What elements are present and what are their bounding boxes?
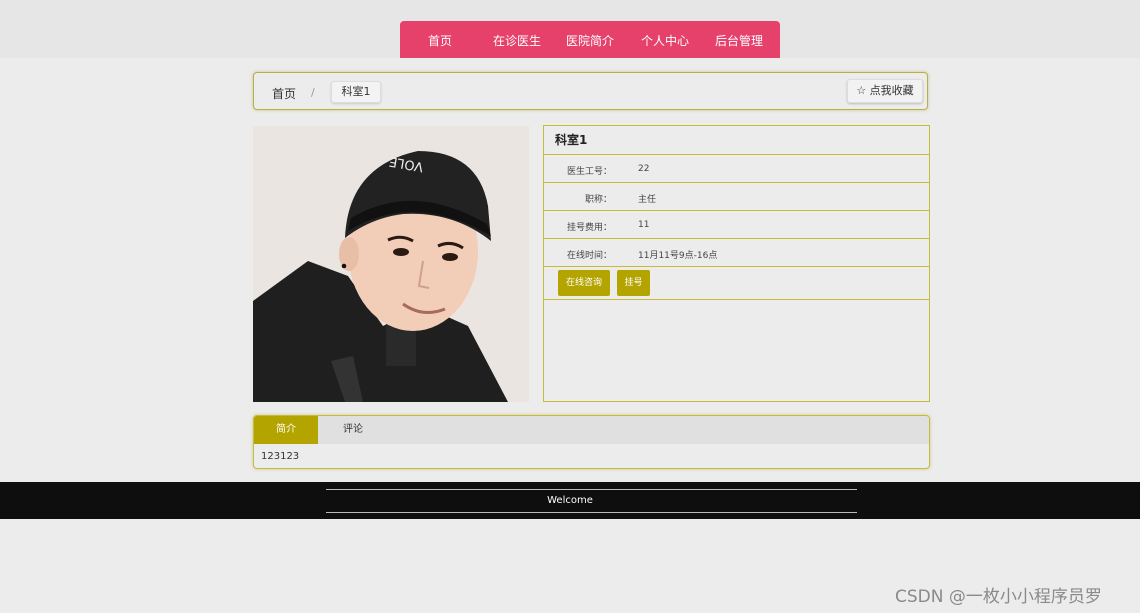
info-value: 11 [638,220,650,230]
detail-tabs: 简介 评论 123123 [253,415,930,469]
footer: Welcome [0,482,1140,519]
online-consult-button[interactable]: 在线咨询 [558,270,610,296]
info-value: 22 [638,164,650,174]
tab-intro[interactable]: 简介 [254,416,318,444]
main-nav: 首页 在诊医生 医院简介 个人中心 后台管理 [400,21,780,58]
tab-content: 123123 [261,451,300,462]
watermark: CSDN @一枚小小程序员罗 [895,587,1102,607]
breadcrumb-current[interactable]: 科室1 [331,81,381,103]
breadcrumb: 首页 / 科室1 ☆ 点我收藏 [253,72,928,110]
tab-comments[interactable]: 评论 [318,416,388,444]
nav-admin[interactable]: 后台管理 [715,32,763,49]
info-label: 医生工号： [566,167,612,177]
nav-hospital-intro[interactable]: 医院简介 [566,32,614,49]
info-label: 在线时间： [566,251,612,261]
info-row-doctor-id: 医生工号： 22 [544,155,929,183]
doctor-photo: VOLE [253,126,529,402]
register-button[interactable]: 挂号 [617,270,650,296]
info-row-online-time: 在线时间： 11月11号9点-16点 [544,239,929,267]
breadcrumb-separator: / [311,86,315,99]
tab-header: 简介 评论 [254,416,929,444]
footer-divider-top [326,489,857,490]
doctor-title: 科室1 [544,126,929,155]
info-value: 11月11号9点-16点 [638,251,718,261]
doctor-info-table: 科室1 医生工号： 22 职称： 主任 挂号费用： 11 在线时间： 11月11… [543,125,930,402]
info-label: 挂号费用： [566,223,612,233]
nav-home[interactable]: 首页 [428,32,452,49]
nav-doctors[interactable]: 在诊医生 [493,32,541,49]
doctor-portrait-image: VOLE [253,126,529,402]
info-value: 主任 [638,195,657,205]
favorite-button[interactable]: ☆ 点我收藏 [847,79,923,103]
nav-user-center[interactable]: 个人中心 [641,32,689,49]
info-label: 职称： [584,195,612,205]
info-row-fee: 挂号费用： 11 [544,211,929,239]
info-row-title: 职称： 主任 [544,183,929,211]
breadcrumb-home-link[interactable]: 首页 [272,85,296,102]
doctor-actions: 在线咨询 挂号 [544,267,929,300]
footer-divider-bottom [326,512,857,513]
footer-welcome: Welcome [547,495,593,506]
